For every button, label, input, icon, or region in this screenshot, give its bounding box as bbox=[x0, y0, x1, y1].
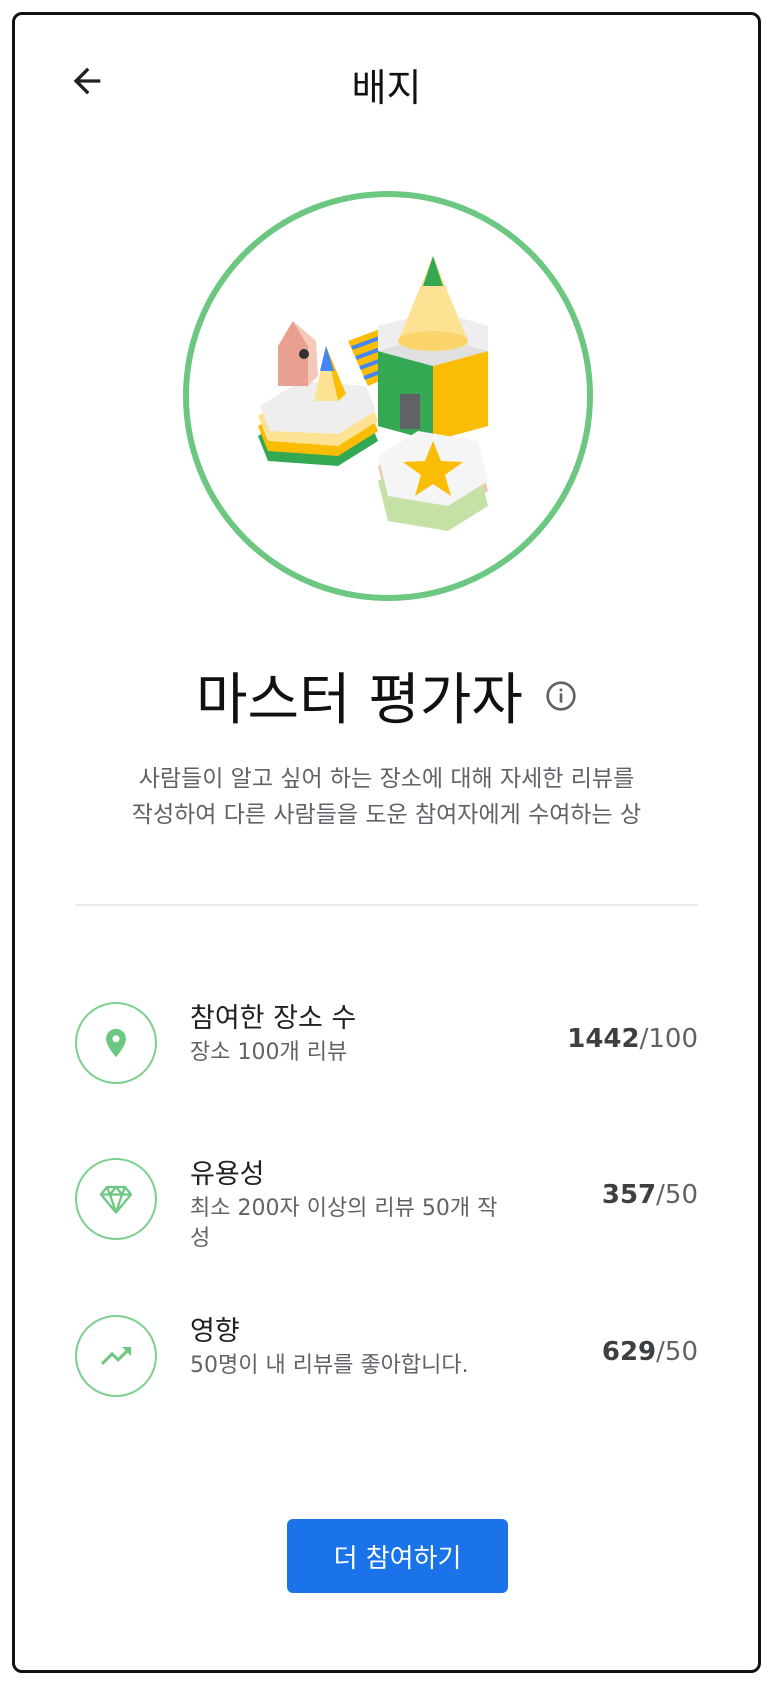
stat-title: 유용성 bbox=[190, 1159, 265, 1190]
trending-up-icon bbox=[101, 1347, 131, 1365]
stat-text: 영향 50명이 내 리뷰를 좋아합니다. bbox=[190, 1313, 520, 1381]
location-pin-icon bbox=[106, 1028, 126, 1058]
app-bar: 배지 bbox=[15, 15, 758, 135]
badge-title: 마스터 평가자 bbox=[196, 668, 523, 733]
page-title: 배지 bbox=[351, 66, 422, 110]
stat-title: 영향 bbox=[190, 1316, 240, 1347]
stat-current: 629 bbox=[601, 1337, 657, 1367]
stat-subtitle: 최소 200자 이상의 리뷰 50개 작성 bbox=[190, 1196, 498, 1251]
stat-progress: 357/50 bbox=[602, 1180, 698, 1210]
stat-progress: 629/50 bbox=[602, 1337, 698, 1367]
stat-title: 참여한 장소 수 bbox=[190, 1003, 357, 1034]
divider bbox=[75, 904, 698, 906]
stat-icon-circle bbox=[75, 1002, 157, 1084]
stat-icon-circle bbox=[75, 1315, 157, 1397]
description-line: 작성하여 다른 사람들을 도운 참여자에게 수여하는 상 bbox=[131, 802, 642, 828]
badge-description: 사람들이 알고 싶어 하는 장소에 대해 자세한 리뷰를 작성하여 다른 사람들… bbox=[75, 761, 698, 833]
stat-text: 유용성 최소 200자 이상의 리뷰 50개 작성 bbox=[190, 1156, 520, 1254]
stat-row-helpfulness: 유용성 최소 200자 이상의 리뷰 50개 작성 357/50 bbox=[75, 1158, 698, 1268]
stat-current: 357 bbox=[601, 1180, 657, 1210]
stat-target: /100 bbox=[639, 1024, 698, 1054]
badge-image-circle bbox=[183, 191, 593, 601]
participate-more-button[interactable]: 더 참여하기 bbox=[287, 1519, 508, 1593]
badge-title-row: 마스터 평가자 bbox=[15, 655, 758, 736]
stat-subtitle: 장소 100개 리뷰 bbox=[190, 1040, 348, 1065]
stat-icon-circle bbox=[75, 1158, 157, 1240]
stat-row-impact: 영향 50명이 내 리뷰를 좋아합니다. 629/50 bbox=[75, 1315, 698, 1425]
stat-target: /50 bbox=[656, 1180, 698, 1210]
app-frame: 배지 마스터 평가자 사람들이 알고 싶어 하는 장소에 대해 자세한 리뷰를 … bbox=[12, 12, 761, 1673]
stat-text: 참여한 장소 수 장소 100개 리뷰 bbox=[190, 1000, 520, 1068]
stat-row-places: 참여한 장소 수 장소 100개 리뷰 1442/100 bbox=[75, 1002, 698, 1112]
stat-target: /50 bbox=[656, 1337, 698, 1367]
description-line: 사람들이 알고 싶어 하는 장소에 대해 자세한 리뷰를 bbox=[138, 766, 635, 792]
master-reviewer-badge-illustration bbox=[258, 256, 488, 531]
info-icon[interactable] bbox=[545, 680, 577, 712]
stat-subtitle: 50명이 내 리뷰를 좋아합니다. bbox=[190, 1353, 469, 1378]
stat-current: 1442 bbox=[567, 1024, 640, 1054]
diamond-icon bbox=[99, 1185, 133, 1214]
stat-progress: 1442/100 bbox=[567, 1024, 698, 1054]
